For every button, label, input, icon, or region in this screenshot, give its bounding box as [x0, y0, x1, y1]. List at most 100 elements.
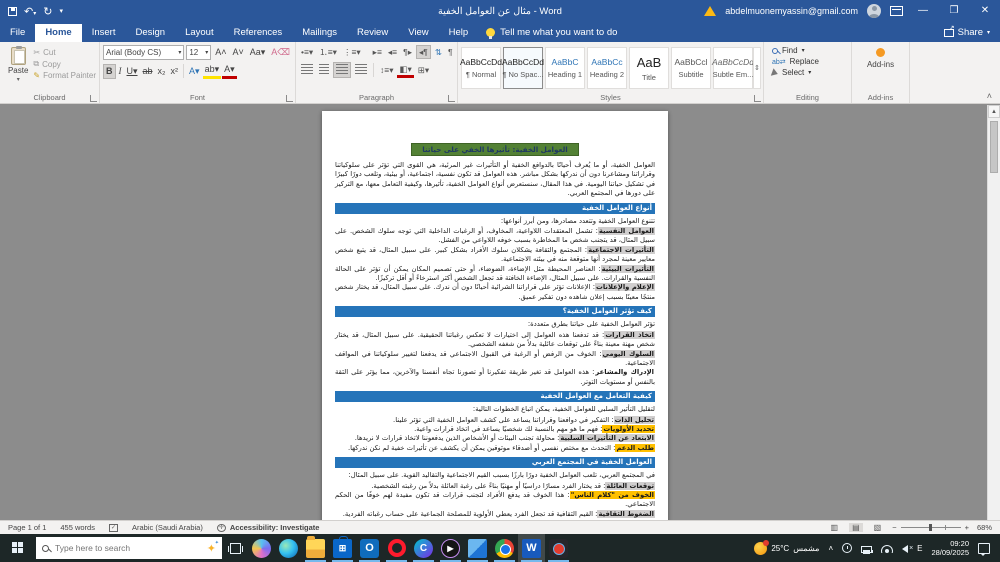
zoom-out-button[interactable]: − — [892, 523, 896, 532]
taskbar-app-file-explorer[interactable] — [302, 534, 329, 562]
redo-icon[interactable]: ↻ — [43, 5, 52, 18]
menu-tab-help[interactable]: Help — [439, 24, 479, 42]
bold-button[interactable]: B — [103, 63, 116, 79]
style-card--no-spac-[interactable]: AaBbCcDd ¶ No Spac... — [502, 47, 544, 89]
style-card-title[interactable]: AaB Title — [629, 47, 669, 89]
volume-muted-icon[interactable] — [902, 545, 913, 553]
minimize-button[interactable]: — — [912, 0, 934, 22]
battery-icon[interactable] — [861, 545, 874, 554]
taskbar-app-store[interactable]: ⊞ — [329, 534, 356, 562]
account-email[interactable]: abdelmuonemyassin@gmail.com — [725, 6, 858, 16]
zoom-level[interactable]: 68% — [977, 523, 992, 532]
taskbar-app-screen-recorder[interactable] — [545, 534, 572, 562]
notification-center-icon[interactable] — [978, 542, 990, 556]
taskbar-app-photos[interactable] — [464, 534, 491, 562]
style-card-heading-2[interactable]: AaBbCc Heading 2 — [587, 47, 627, 89]
customize-qat-icon[interactable]: ▾ — [59, 7, 63, 15]
restore-button[interactable]: ❐ — [943, 0, 965, 22]
styles-more-button[interactable]: ⇕ — [753, 47, 761, 89]
clock[interactable]: 09:20 28/09/2025 — [931, 539, 969, 557]
justify-button[interactable] — [353, 63, 369, 77]
shrink-font-button[interactable]: A˅ — [230, 46, 245, 59]
addins-icon[interactable] — [876, 48, 885, 57]
menu-tab-view[interactable]: View — [398, 24, 438, 42]
tray-expand-icon[interactable]: ˄ — [828, 544, 833, 553]
align-right-button[interactable] — [333, 62, 351, 78]
accessibility-status[interactable]: ✛ Accessibility: Investigate — [216, 523, 319, 532]
copy-button[interactable]: ⧉ Copy — [33, 59, 96, 69]
tell-me-box[interactable]: Tell me what you want to do — [478, 27, 625, 42]
word-count[interactable]: 455 words — [60, 523, 95, 532]
vertical-scrollbar[interactable]: ▲ — [987, 105, 1000, 520]
superscript-button[interactable]: x² — [169, 65, 181, 78]
shading-button[interactable]: ◧▾ — [397, 63, 414, 78]
scroll-up-icon[interactable]: ▲ — [988, 105, 1000, 118]
undo-icon[interactable]: ↶▾ — [24, 5, 36, 18]
taskbar-app-chrome[interactable] — [491, 534, 518, 562]
ltr-direction-button[interactable]: ¶▸ — [401, 46, 414, 58]
taskbar-search[interactable]: ✦ — [36, 537, 222, 559]
style-card-subtle-em-[interactable]: AaBbCcDd Subtle Em... — [712, 47, 754, 89]
page-indicator[interactable]: Page 1 of 1 — [8, 523, 46, 532]
strikethrough-button[interactable]: ab — [141, 65, 155, 78]
warning-icon[interactable] — [704, 6, 717, 16]
menu-tab-review[interactable]: Review — [347, 24, 398, 42]
zoom-slider-thumb[interactable] — [928, 524, 932, 531]
style-card-heading-1[interactable]: AaBbC Heading 1 — [545, 47, 585, 89]
bullets-button[interactable]: •≡▾ — [299, 46, 315, 58]
wifi-icon[interactable] — [881, 545, 894, 553]
ribbon-display-options-icon[interactable] — [890, 6, 903, 16]
menu-tab-layout[interactable]: Layout — [175, 24, 224, 42]
multilevel-list-button[interactable]: ⋮≡▾ — [341, 46, 363, 58]
taskbar-app-outlook[interactable]: O — [356, 534, 383, 562]
clear-formatting-button[interactable]: A⌫ — [269, 46, 292, 59]
search-input[interactable] — [55, 543, 201, 553]
menu-tab-references[interactable]: References — [224, 24, 293, 42]
paste-button[interactable]: Paste ▾ — [3, 45, 33, 91]
paragraph-dialog-launcher[interactable] — [448, 95, 455, 102]
sort-button[interactable]: ⇅ — [433, 46, 444, 58]
clipboard-dialog-launcher[interactable] — [90, 95, 97, 102]
font-color-button[interactable]: A▾ — [222, 63, 237, 79]
menu-tab-mailings[interactable]: Mailings — [292, 24, 347, 42]
menu-tab-design[interactable]: Design — [125, 24, 175, 42]
scrollbar-thumb[interactable] — [990, 121, 998, 173]
menu-tab-file[interactable]: File — [0, 24, 35, 42]
taskbar-app-media-player[interactable]: ▶ — [437, 534, 464, 562]
zoom-slider[interactable] — [900, 524, 961, 531]
taskbar-app-edge[interactable] — [275, 534, 302, 562]
styles-dialog-launcher[interactable] — [754, 95, 761, 102]
clock-tray-icon[interactable] — [842, 543, 853, 553]
close-button[interactable]: ✕ — [974, 0, 996, 22]
print-layout-button[interactable]: ▤ — [849, 523, 863, 532]
start-button[interactable] — [0, 534, 36, 562]
font-dialog-launcher[interactable] — [286, 95, 293, 102]
font-name-select[interactable]: Arial (Body CS) ▾ — [103, 45, 185, 60]
taskbar-app-opera[interactable] — [383, 534, 410, 562]
change-case-button[interactable]: Aa▾ — [248, 46, 268, 59]
addins-button[interactable]: Add-ins — [867, 60, 894, 69]
find-button[interactable]: Find ▾ — [772, 46, 848, 55]
taskbar-app-canva[interactable]: C — [410, 534, 437, 562]
highlight-color-button[interactable]: ab▾ — [202, 63, 222, 79]
weather-widget[interactable]: 25°C مشمس — [754, 539, 819, 555]
align-left-button[interactable] — [299, 63, 315, 77]
language-indicator[interactable]: Arabic (Saudi Arabia) — [132, 523, 203, 532]
menu-tab-insert[interactable]: Insert — [82, 24, 126, 42]
avatar[interactable] — [867, 4, 881, 18]
task-view-button[interactable] — [222, 534, 248, 562]
taskbar-app-word[interactable]: W — [518, 534, 545, 562]
share-button[interactable]: Share ▾ — [934, 24, 1000, 42]
save-icon[interactable] — [8, 6, 17, 16]
web-layout-button[interactable]: ▧ — [871, 523, 885, 532]
numbering-button[interactable]: ⒈≡▾ — [317, 46, 339, 58]
borders-button[interactable]: ⊞▾ — [416, 64, 431, 76]
taskbar-app-copilot[interactable] — [248, 534, 275, 562]
line-spacing-button[interactable]: ↕≡▾ — [378, 64, 395, 76]
show-marks-button[interactable]: ¶ — [446, 46, 455, 58]
replace-button[interactable]: ab⇄ Replace — [772, 57, 848, 66]
grow-font-button[interactable]: A˄ — [213, 46, 228, 59]
document-page[interactable]: العوامل الخفية: تأثيرها الخفي على حياتنا… — [322, 111, 668, 520]
subscript-button[interactable]: x₂ — [156, 65, 168, 78]
proofing-icon[interactable]: ✓ — [108, 523, 118, 532]
